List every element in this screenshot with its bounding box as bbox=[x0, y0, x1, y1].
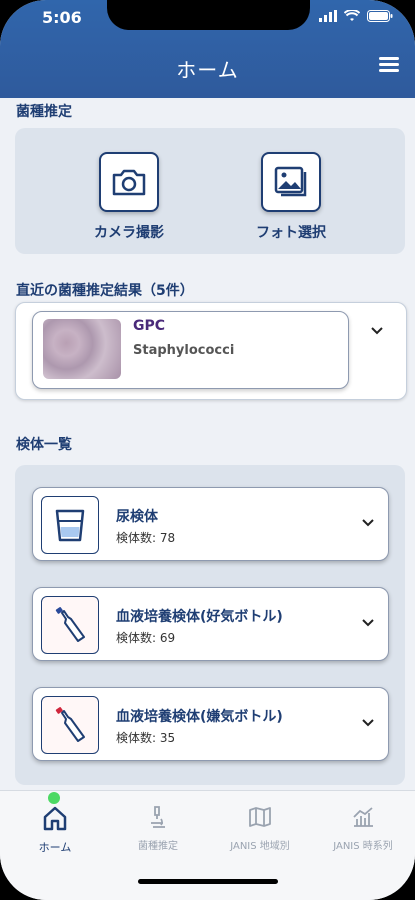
specimen-thumbnail bbox=[43, 319, 121, 379]
signal-icon bbox=[319, 10, 337, 22]
camera-icon bbox=[112, 169, 146, 196]
chevron-down-icon[interactable] bbox=[371, 327, 383, 335]
tab-home[interactable]: ホーム bbox=[10, 805, 100, 855]
menu-icon[interactable] bbox=[379, 57, 399, 73]
specimen-name: 尿検体 bbox=[116, 509, 158, 525]
chevron-down-icon[interactable] bbox=[362, 519, 374, 527]
tab-janis-region-label: JANIS 地域別 bbox=[230, 841, 290, 852]
tab-identify[interactable]: 菌種推定 bbox=[113, 805, 203, 852]
page-title: ホーム bbox=[176, 58, 239, 82]
status-icons bbox=[319, 10, 393, 22]
result-code: GPC bbox=[133, 318, 166, 334]
specimens-section-title: 検体一覧 bbox=[16, 437, 72, 453]
identify-section-title: 菌種推定 bbox=[16, 104, 72, 120]
photo-icon bbox=[274, 166, 307, 197]
phone-screen: 5:06 ホーム 菌種推定 カメラ撮影 フォト選択 直近の菌種推定結果（5件） … bbox=[0, 0, 415, 900]
specimen-row[interactable]: 血液培養検体(好気ボトル) 検体数: 69 bbox=[32, 587, 389, 661]
specimen-count: 検体数: 69 bbox=[116, 631, 176, 645]
specimen-count: 検体数: 35 bbox=[116, 731, 176, 745]
photo-button[interactable] bbox=[261, 152, 321, 212]
wifi-icon bbox=[344, 10, 360, 21]
recent-results-card: GPC Staphylococci bbox=[15, 302, 407, 400]
notification-dot bbox=[48, 792, 60, 804]
tab-janis-timeseries-label: JANIS 時系列 bbox=[333, 841, 393, 852]
map-icon bbox=[249, 807, 271, 827]
home-indicator bbox=[138, 879, 278, 884]
photo-label[interactable]: フォト選択 bbox=[233, 222, 349, 242]
result-item[interactable]: GPC Staphylococci bbox=[32, 311, 349, 389]
specimen-name: 血液培養検体(嫌気ボトル) bbox=[116, 709, 283, 725]
chevron-down-icon[interactable] bbox=[362, 719, 374, 727]
tab-identify-label: 菌種推定 bbox=[138, 841, 178, 852]
chevron-down-icon[interactable] bbox=[362, 619, 374, 627]
identify-panel: カメラ撮影 フォト選択 bbox=[15, 128, 405, 254]
header-bar: 5:06 ホーム bbox=[0, 0, 415, 98]
urine-cup-icon bbox=[41, 496, 99, 554]
chart-icon bbox=[353, 807, 373, 827]
tab-janis-timeseries[interactable]: JANIS 時系列 bbox=[318, 805, 408, 852]
camera-label[interactable]: カメラ撮影 bbox=[71, 222, 187, 242]
device-notch bbox=[107, 0, 310, 30]
battery-icon bbox=[367, 10, 393, 22]
specimens-panel: 尿検体 検体数: 78 血液培養検体(好気ボトル) 検体数: 69 血液培養検体… bbox=[15, 465, 405, 785]
recent-section-title: 直近の菌種推定結果（5件） bbox=[16, 283, 194, 299]
blood-bottle-icon bbox=[41, 696, 99, 754]
status-time: 5:06 bbox=[42, 8, 82, 27]
microscope-icon bbox=[151, 806, 165, 828]
result-organism: Staphylococci bbox=[133, 343, 235, 358]
tab-janis-region[interactable]: JANIS 地域別 bbox=[215, 805, 305, 852]
camera-button[interactable] bbox=[99, 152, 159, 212]
home-icon bbox=[43, 806, 67, 831]
specimen-row[interactable]: 尿検体 検体数: 78 bbox=[32, 487, 389, 561]
tab-home-label: ホーム bbox=[38, 841, 72, 854]
specimen-name: 血液培養検体(好気ボトル) bbox=[116, 609, 283, 625]
specimen-row[interactable]: 血液培養検体(嫌気ボトル) 検体数: 35 bbox=[32, 687, 389, 761]
specimen-count: 検体数: 78 bbox=[116, 531, 176, 545]
blood-bottle-icon bbox=[41, 596, 99, 654]
